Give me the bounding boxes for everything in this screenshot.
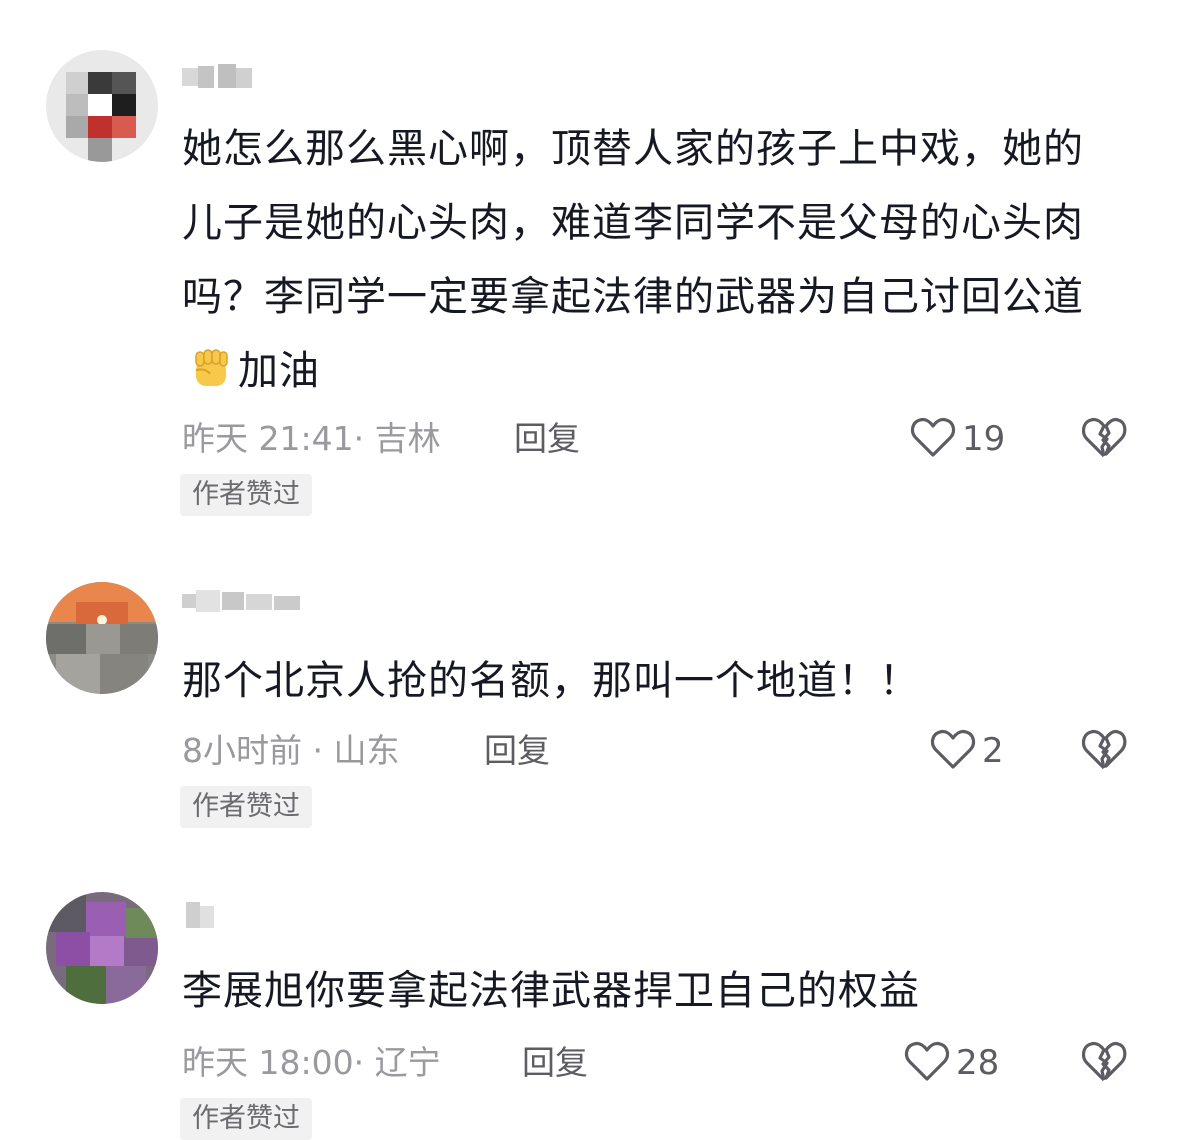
comment-meta: 昨天 21:41· 吉林 — [182, 419, 441, 458]
dislike-button[interactable] — [1080, 414, 1130, 464]
comment-item: 她怎么那么黑心啊，顶替人家的孩子上中戏，她的儿子是她的心头肉，难道李同学不是父母… — [0, 0, 1179, 530]
comment-text: 那个北京人抢的名额，那叫一个地道！！ — [182, 658, 920, 704]
dislike-button[interactable] — [1080, 1038, 1130, 1088]
comment-meta: 8小时前 · 山东 — [182, 731, 400, 770]
author-liked-badge: 作者赞过 — [180, 786, 312, 828]
heart-outline-icon — [904, 1039, 950, 1087]
reply-button[interactable]: 回复 — [522, 1040, 588, 1086]
like-count: 19 — [962, 419, 1006, 459]
author-liked-badge: 作者赞过 — [180, 1098, 312, 1140]
avatar[interactable] — [46, 50, 158, 162]
heart-outline-icon — [930, 727, 976, 775]
like-button[interactable]: 28 — [904, 1038, 999, 1088]
raised-fist-emoji — [186, 342, 234, 416]
broken-heart-icon — [1080, 1041, 1128, 1088]
comment-meta: 昨天 18:00· 辽宁 — [182, 1043, 441, 1082]
avatar[interactable] — [46, 582, 158, 694]
avatar[interactable] — [46, 892, 158, 1004]
like-button[interactable]: 2 — [930, 726, 1004, 776]
comment-text: 她怎么那么黑心啊，顶替人家的孩子上中戏，她的儿子是她的心头肉，难道李同学不是父母… — [182, 112, 1112, 416]
heart-outline-icon — [910, 415, 956, 463]
like-button[interactable]: 19 — [910, 414, 1005, 464]
author-liked-badge: 作者赞过 — [180, 474, 312, 516]
comment-text: 李展旭你要拿起法律武器捍卫自己的权益 — [182, 968, 920, 1014]
username-blurred[interactable] — [182, 586, 312, 616]
like-count: 28 — [956, 1043, 1000, 1083]
broken-heart-icon — [1080, 417, 1128, 464]
username-blurred[interactable] — [182, 62, 262, 92]
username-blurred[interactable] — [182, 898, 222, 928]
dislike-button[interactable] — [1080, 726, 1130, 776]
like-count: 2 — [982, 731, 1004, 771]
reply-button[interactable]: 回复 — [484, 728, 550, 774]
broken-heart-icon — [1080, 729, 1128, 776]
reply-button[interactable]: 回复 — [514, 416, 580, 462]
